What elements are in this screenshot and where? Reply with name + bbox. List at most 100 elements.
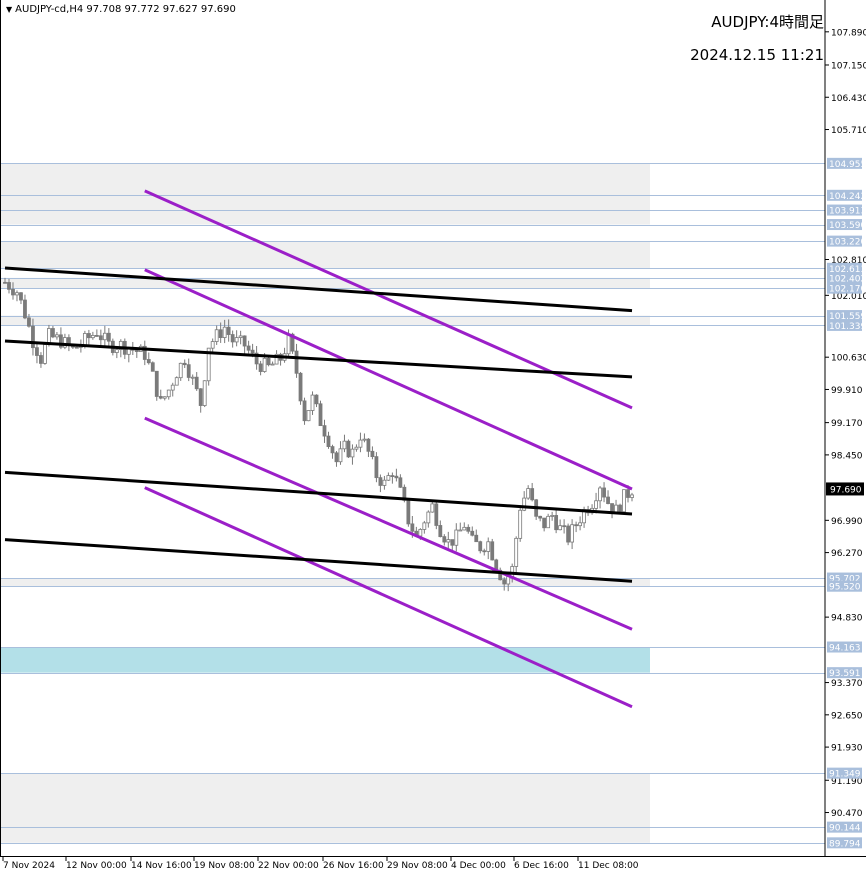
candle-body: [558, 525, 563, 531]
y-tick-label: 92.650: [831, 711, 863, 721]
candle-body: [338, 448, 343, 463]
candle-body: [106, 332, 111, 342]
candle-body: [526, 488, 531, 499]
candle-body: [182, 362, 187, 366]
candle-body: [430, 503, 435, 513]
candle-body: [442, 536, 447, 543]
y-tick-label: 98.450: [831, 451, 863, 461]
candle-body: [55, 334, 59, 338]
x-tick-label: 19 Nov 08:00: [194, 861, 255, 871]
candle-body: [286, 333, 291, 355]
candle-body: [606, 496, 610, 504]
level-label: 103.590: [829, 221, 866, 231]
candle-body: [626, 489, 630, 498]
x-tick-label: 29 Nov 08:00: [387, 861, 448, 871]
candle-body: [31, 325, 35, 349]
candle-body: [154, 370, 159, 397]
candle-body: [574, 524, 579, 527]
current-price-label: 97.690: [830, 485, 862, 495]
candle-body: [51, 328, 55, 338]
candle-body: [362, 438, 367, 441]
candle-body: [262, 357, 267, 372]
candle-body: [146, 359, 151, 364]
candle-body: [150, 362, 155, 372]
candle-body: [230, 334, 235, 343]
candle-body: [406, 499, 411, 525]
candle-body: [3, 281, 7, 284]
candle-body: [170, 384, 175, 391]
candle-body: [190, 376, 195, 379]
price-axis: 107.890107.150106.430105.710102.810102.0…: [825, 28, 866, 849]
candle-body: [214, 329, 219, 342]
x-tick-label: 7 Nov 2024: [3, 861, 55, 871]
level-label: 94.163: [829, 644, 861, 654]
candle-body: [134, 349, 139, 352]
level-label: 89.794: [829, 839, 861, 849]
candle-body: [538, 515, 543, 519]
level-label: 104.955: [829, 160, 866, 170]
candle-body: [630, 494, 634, 498]
candle-body: [15, 292, 19, 296]
x-tick-label: 11 Dec 08:00: [578, 861, 639, 871]
candle-body: [374, 456, 379, 479]
level-label: 93.591: [829, 669, 861, 679]
candle-body: [250, 349, 255, 354]
candle-body: [270, 363, 275, 366]
candle-body: [162, 396, 167, 399]
candle-body: [486, 541, 491, 552]
candle-body: [23, 299, 27, 319]
level-label: 103.913: [829, 207, 866, 217]
candle-body: [458, 529, 463, 532]
candle-body: [398, 477, 403, 488]
candle-body: [554, 515, 559, 531]
candle-body: [434, 503, 439, 526]
candle-body: [166, 389, 171, 398]
candle-body: [74, 346, 79, 349]
candle-body: [366, 438, 371, 452]
candle-body: [350, 448, 355, 458]
candle-body: [542, 517, 547, 529]
zone-gray-4: [1, 277, 650, 289]
candle-body: [334, 452, 339, 463]
candle-body: [90, 335, 95, 339]
candle-body: [550, 515, 555, 517]
candle-body: [478, 541, 483, 552]
candle-body: [358, 439, 363, 448]
candle-body: [39, 355, 43, 364]
channel-line-1: [144, 268, 633, 491]
zone-gray-9: [1, 827, 650, 843]
zone-gray-5: [1, 315, 650, 326]
candle-body: [394, 475, 399, 479]
level-label: 101.339: [829, 322, 866, 332]
price-chart[interactable]: 107.890107.150106.430105.710102.810102.0…: [0, 0, 866, 876]
candle-body: [410, 523, 415, 532]
candle-body: [35, 347, 39, 356]
zone-gray-2: [1, 210, 650, 225]
level-label: 104.242: [829, 192, 866, 202]
candle-body: [530, 488, 535, 501]
level-label: 102.170: [829, 285, 866, 295]
candle-body: [622, 489, 626, 513]
y-tick-label: 96.270: [831, 549, 863, 559]
candle-body: [126, 348, 131, 355]
y-tick-label: 93.370: [831, 679, 863, 689]
candle-body: [514, 537, 519, 567]
candle-body: [370, 450, 375, 458]
candle-body: [342, 440, 347, 450]
candle-body: [330, 446, 335, 454]
candle-body: [202, 380, 207, 406]
candle-body: [174, 377, 179, 386]
x-tick-label: 6 Dec 16:00: [514, 861, 569, 871]
candle-body: [546, 515, 551, 529]
candle-body: [426, 511, 431, 524]
candle-body: [198, 388, 203, 406]
y-tick-label: 99.170: [831, 419, 863, 429]
candle-body: [258, 363, 263, 372]
candle-body: [210, 341, 215, 349]
candle-body: [298, 372, 303, 402]
candle-body: [462, 526, 467, 531]
candle-body: [114, 349, 119, 353]
candle-body: [446, 539, 451, 543]
candle-body: [178, 362, 183, 379]
zone-gray-1: [1, 195, 650, 211]
